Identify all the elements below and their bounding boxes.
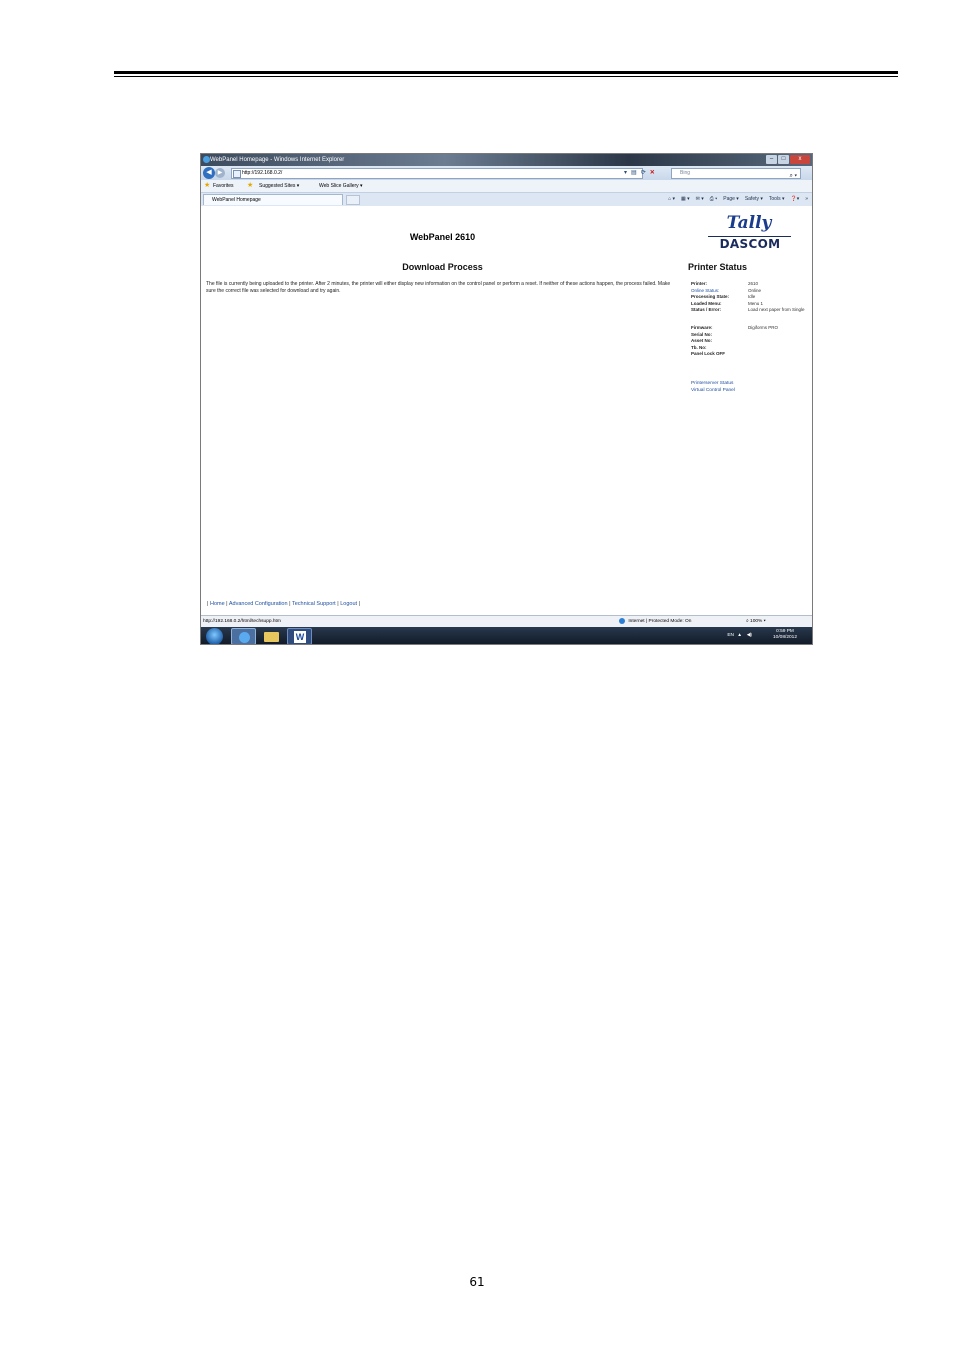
separator: |	[226, 601, 228, 607]
printer-status-list: Printer: 2610 Online Status: Online Proc…	[691, 281, 811, 358]
web-slice-gallery-link[interactable]: Web Slice Gallery ▾	[319, 180, 363, 192]
footer-link-logout[interactable]: Logout	[340, 601, 357, 607]
suggested-sites-link[interactable]: Suggested Sites ▾	[259, 180, 299, 192]
folder-icon	[264, 632, 279, 642]
footer-link-advanced-configuration[interactable]: Advanced Configuration	[229, 601, 288, 607]
page-number: 61	[469, 1275, 485, 1289]
tab-title: WebPanel Homepage	[212, 197, 261, 203]
search-input[interactable]: Bing ⌕ ▾	[671, 168, 801, 179]
refresh-icon[interactable]: ⟳	[641, 169, 646, 176]
zoom-icon: ⌕	[746, 619, 749, 624]
webpanel-title: WebPanel 2610	[409, 232, 476, 242]
feeds-icon[interactable]: ▦ ▾	[681, 195, 690, 204]
printer-status-heading: Printer Status	[688, 262, 748, 272]
window-controls: – □ x	[766, 155, 810, 164]
footer-link-home[interactable]: Home	[210, 601, 225, 607]
status-label: Status / Error:	[691, 307, 722, 312]
separator: |	[337, 601, 339, 607]
address-bar: ◀ ▶ http://192.168.0.2/ ▾ ▤ ⟳ ✕ Bing ⌕ ▾	[201, 166, 812, 180]
header-rule	[114, 71, 898, 74]
start-button[interactable]	[206, 628, 223, 644]
favorites-star-icon[interactable]: ★	[204, 180, 210, 192]
favorites-button[interactable]: Favorites	[213, 180, 234, 192]
ie-icon	[203, 156, 210, 163]
page-menu[interactable]: Page ▾	[723, 195, 739, 204]
minimize-button[interactable]: –	[766, 155, 777, 164]
status-value: Load next paper from Single	[748, 307, 805, 312]
add-favorite-icon[interactable]: ★	[247, 180, 253, 192]
detail-label: Panel Lock OFF	[691, 351, 726, 356]
status-row: Status / Error: Load next paper from Sin…	[691, 307, 811, 320]
browser-screenshot: WebPanel Homepage - Windows Internet Exp…	[200, 153, 813, 645]
dropdown-icon[interactable]: ▾	[624, 169, 627, 176]
ie-icon	[239, 632, 250, 643]
separator: |	[289, 601, 291, 607]
virtual-control-panel-link[interactable]: Virtual Control Panel	[691, 388, 735, 395]
side-links: Printerserver Status Virtual Control Pan…	[691, 381, 735, 394]
download-message: The file is currently being uploaded to …	[206, 281, 671, 294]
search-placeholder: Bing	[680, 170, 691, 176]
close-button[interactable]: x	[790, 155, 810, 164]
address-url: http://192.168.0.2/	[242, 170, 283, 176]
back-button[interactable]: ◀	[203, 167, 215, 179]
print-icon[interactable]: ⎙ ▾	[710, 195, 718, 204]
maximize-button[interactable]: □	[778, 155, 789, 164]
mail-icon[interactable]: ✉ ▾	[696, 195, 704, 204]
security-zone-label: Internet | Protected Mode: On	[628, 619, 692, 624]
compat-view-icon[interactable]: ▤	[631, 169, 637, 176]
window-title: WebPanel Homepage - Windows Internet Exp…	[210, 157, 345, 163]
language-indicator[interactable]: EN	[727, 633, 734, 638]
help-icon[interactable]: ❓▾	[790, 195, 799, 204]
stop-icon[interactable]: ✕	[650, 169, 655, 176]
window-titlebar: WebPanel Homepage - Windows Internet Exp…	[201, 154, 812, 166]
footer-nav: | Home | Advanced Configuration | Techni…	[207, 601, 360, 607]
tab-bar: WebPanel Homepage ⌂ ▾ ▦ ▾ ✉ ▾ ⎙ ▾ Page ▾…	[201, 193, 812, 207]
detail-row: Panel Lock OFF	[691, 351, 811, 358]
favorites-bar: ★ Favorites ★ Suggested Sites ▾ Web Slic…	[201, 180, 812, 193]
taskbar-word-button[interactable]: W	[287, 628, 312, 644]
printerserver-status-link[interactable]: Printerserver Status	[691, 381, 735, 388]
footer-link-technical-support[interactable]: Technical Support	[292, 601, 336, 607]
safety-menu[interactable]: Safety ▾	[745, 195, 763, 204]
home-icon[interactable]: ⌂ ▾	[668, 195, 675, 204]
separator: |	[207, 601, 209, 607]
nav-tools: ▾ ▤ ⟳ ✕	[624, 169, 655, 176]
taskbar-ie-button[interactable]	[231, 628, 256, 644]
page-icon	[233, 170, 241, 178]
globe-icon	[619, 617, 625, 624]
chevron-right-icon[interactable]: »	[805, 195, 808, 204]
word-icon: W	[294, 631, 306, 643]
show-hidden-icons-icon[interactable]: ▲	[737, 633, 742, 638]
header-rule-secondary	[114, 76, 898, 77]
webpage-content: WebPanel 2610 Tally DASCOM Download Proc…	[201, 206, 812, 615]
forward-button[interactable]: ▶	[215, 168, 225, 178]
tools-menu[interactable]: Tools ▾	[769, 195, 785, 204]
separator: |	[358, 601, 360, 607]
tab-webpanel-homepage[interactable]: WebPanel Homepage	[203, 194, 343, 205]
address-input[interactable]: http://192.168.0.2/	[231, 168, 643, 179]
new-tab-button[interactable]	[346, 195, 360, 205]
dascom-logo: DASCOM	[719, 237, 781, 251]
volume-icon[interactable]: ◀)	[747, 633, 752, 638]
command-bar: ⌂ ▾ ▦ ▾ ✉ ▾ ⎙ ▾ Page ▾ Safety ▾ Tools ▾ …	[668, 195, 808, 204]
windows-taskbar: W EN ▲ ◀) 0:59 PM 10/08/2012	[201, 627, 812, 644]
taskbar-explorer-button[interactable]	[259, 628, 284, 644]
clock[interactable]: 0:59 PM 10/08/2012	[768, 629, 802, 641]
tally-logo: Tally	[726, 213, 772, 233]
download-process-heading: Download Process	[402, 262, 483, 272]
clock-date: 10/08/2012	[772, 635, 797, 640]
zoom-level: 100%	[750, 619, 763, 624]
